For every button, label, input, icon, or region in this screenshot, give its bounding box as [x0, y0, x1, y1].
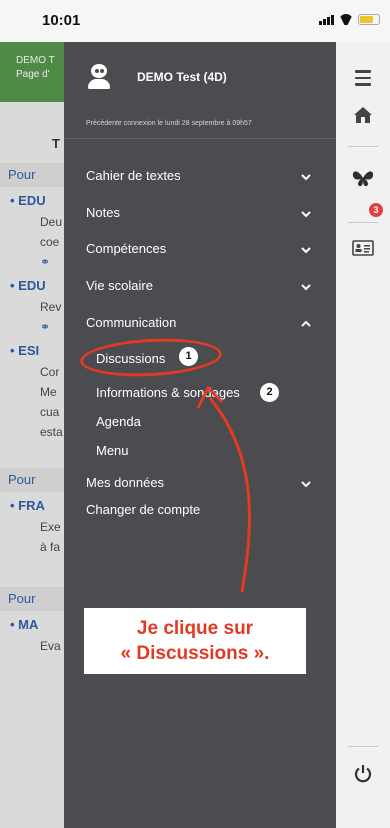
background-text: Exe à fa: [40, 520, 61, 554]
chevron-down-icon[interactable]: [300, 207, 312, 219]
background-item: • FRA: [10, 498, 45, 513]
background-section: Pour: [0, 163, 64, 187]
wifi-icon: [339, 14, 353, 25]
menu-item-mes-donnees[interactable]: Mes données: [86, 475, 164, 490]
butterfly-icon[interactable]: [352, 168, 374, 188]
rail-divider: [348, 146, 378, 147]
profile-card-button[interactable]: [336, 240, 390, 256]
id-card-icon[interactable]: [352, 240, 374, 256]
menu-item-communication[interactable]: Communication: [86, 315, 176, 330]
home-button[interactable]: [336, 106, 390, 124]
menu-item-vie-scolaire[interactable]: Vie scolaire: [86, 278, 153, 293]
last-login-text: Précédente connexion le lundi 28 septemb…: [86, 120, 252, 127]
background-title: T: [52, 136, 60, 151]
user-name: DEMO Test (4D): [137, 70, 227, 84]
avatar-icon: [88, 64, 110, 90]
menu-button[interactable]: [336, 70, 390, 90]
power-icon[interactable]: [353, 764, 373, 784]
background-page: DEMO T Page d' T Pour • EDU Deu coe ⚭ • ED…: [0, 42, 64, 828]
messages-button[interactable]: [336, 168, 390, 188]
hamburger-icon[interactable]: [355, 70, 371, 90]
background-header: DEMO T Page d': [0, 42, 64, 102]
rail-divider: [348, 222, 378, 223]
menu-item-cahier-de-textes[interactable]: Cahier de textes: [86, 168, 181, 183]
instruction-callout: Je clique sur « Discussions ».: [84, 608, 306, 674]
background-text: Cor Me cua esta: [40, 365, 63, 439]
chevron-up-icon[interactable]: [300, 317, 312, 329]
drawer-divider: [64, 138, 336, 139]
battery-icon: [358, 14, 380, 25]
background-item: • MA: [10, 617, 39, 632]
status-time: 10:01: [42, 12, 81, 29]
submenu-item-menu[interactable]: Menu: [96, 443, 129, 458]
rail-divider: [348, 746, 378, 747]
status-icons: [319, 14, 380, 25]
background-item: • EDU: [10, 193, 46, 208]
logout-button[interactable]: [336, 764, 390, 784]
menu-item-competences[interactable]: Compétences: [86, 241, 166, 256]
chevron-down-icon[interactable]: [300, 243, 312, 255]
background-text: Eva: [40, 639, 61, 653]
background-item: • EDU: [10, 278, 46, 293]
background-text: Rev ⚭: [40, 300, 62, 334]
signal-icon: [319, 14, 334, 25]
background-section: Pour: [0, 468, 64, 492]
right-rail: 3: [336, 42, 390, 828]
background-text: Deu coe ⚭: [40, 215, 63, 269]
chevron-down-icon[interactable]: [300, 477, 312, 489]
notification-badge: 3: [369, 203, 383, 217]
menu-item-notes[interactable]: Notes: [86, 205, 120, 220]
curved-arrow-icon: [196, 385, 251, 593]
background-section: Pour: [0, 587, 64, 611]
submenu-item-agenda[interactable]: Agenda: [96, 414, 141, 429]
chevron-down-icon[interactable]: [300, 170, 312, 182]
status-bar: 10:01: [0, 0, 390, 42]
instruction-line-1: Je clique sur: [136, 618, 254, 639]
background-item: • ESI: [10, 343, 40, 358]
menu-item-changer-de-compte[interactable]: Changer de compte: [86, 502, 200, 517]
home-icon[interactable]: [353, 106, 373, 124]
instruction-line-2: « Discussions ».: [120, 643, 270, 664]
chevron-down-icon[interactable]: [300, 280, 312, 292]
